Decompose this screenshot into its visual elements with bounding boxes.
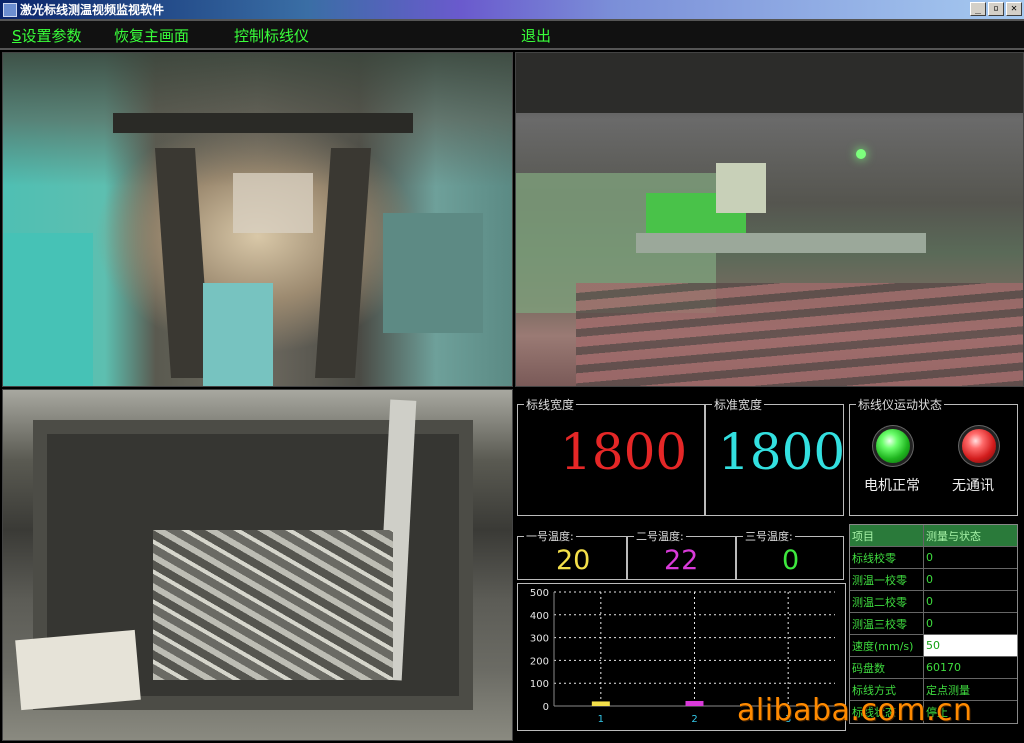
y-tick-label: 400: [530, 611, 549, 622]
row-value[interactable]: 0: [924, 591, 1017, 612]
row-value[interactable]: 60170: [924, 657, 1017, 678]
comm-status-label: 无通讯: [952, 478, 994, 494]
chart-bar: [685, 700, 704, 706]
video-feed-3: [2, 389, 513, 741]
motor-status-label: 电机正常: [864, 478, 920, 494]
temp-3-value: 0: [782, 545, 800, 576]
temp-2-label: 二号温度:: [634, 528, 686, 544]
x-tick-label: 1: [598, 714, 604, 725]
menu-control[interactable]: 控制标线仪: [234, 25, 309, 46]
table-row[interactable]: 标线校零 0: [850, 547, 1017, 569]
x-tick-label: 2: [691, 714, 697, 725]
row-value[interactable]: 50: [924, 635, 1017, 656]
video-roof: [516, 53, 1023, 113]
standard-width-value: 1800: [718, 423, 846, 481]
video-feed-1: [2, 52, 513, 387]
watermark: alibaba.com.cn: [737, 693, 973, 728]
chart-bar: [591, 701, 610, 706]
standard-width-label: 标准宽度: [712, 396, 765, 413]
temp-1-value: 20: [556, 545, 591, 576]
row-value[interactable]: 0: [924, 547, 1017, 568]
row-name: 码盘数: [850, 657, 924, 678]
motion-status-panel: 标线仪运动状态 电机正常 无通讯: [849, 396, 1018, 516]
video-beam: [113, 113, 413, 133]
window-controls: _ ▫ ✕: [970, 2, 1022, 16]
temp-2-value: 22: [664, 545, 699, 576]
parameter-table-header: 项目 测量与状态: [850, 525, 1017, 547]
row-name: 测温一校零: [850, 569, 924, 590]
menu-settings[interactable]: S设置参数: [12, 25, 82, 46]
y-tick-label: 500: [530, 588, 549, 599]
marker-width-label: 标线宽度: [524, 396, 577, 413]
video-laser-spot: [856, 149, 866, 159]
standard-width-panel: 标准宽度 1800: [705, 396, 846, 516]
comm-status-led-icon: [962, 429, 996, 463]
video-machine-center: [203, 283, 273, 386]
table-row[interactable]: 速度(mm/s) 50: [850, 635, 1017, 657]
row-name: 测温二校零: [850, 591, 924, 612]
close-button[interactable]: ✕: [1006, 2, 1022, 16]
y-tick-label: 0: [543, 702, 549, 713]
row-name: 测温三校零: [850, 613, 924, 634]
window-title: 激光标线测温视频监视软件: [20, 3, 165, 17]
temp-3-panel: 三号温度: 0: [736, 528, 844, 580]
video-machine-left: [3, 233, 93, 386]
motion-status-label: 标线仪运动状态: [856, 396, 945, 413]
menu-bar: S设置参数 恢复主画面 控制标线仪 退出: [0, 19, 1024, 50]
menu-settings-label: 设置参数: [21, 27, 82, 45]
motor-status-led-icon: [876, 429, 910, 463]
table-row[interactable]: 测温二校零 0: [850, 591, 1017, 613]
video-light-patch: [233, 173, 313, 233]
video-machine-right: [383, 213, 483, 333]
header-value: 测量与状态: [924, 525, 1017, 546]
temp-2-panel: 二号温度: 22: [627, 528, 736, 580]
marker-width-value: 1800: [560, 423, 688, 481]
row-value[interactable]: 0: [924, 613, 1017, 634]
table-row[interactable]: 测温三校零 0: [850, 613, 1017, 635]
row-name: 速度(mm/s): [850, 635, 924, 656]
temp-1-label: 一号温度:: [524, 528, 576, 544]
video-scrap-pile: [153, 530, 393, 680]
table-row[interactable]: 测温一校零 0: [850, 569, 1017, 591]
header-name: 项目: [850, 525, 924, 546]
y-tick-label: 300: [530, 634, 549, 645]
temp-3-label: 三号温度:: [743, 528, 795, 544]
video-gantry: [636, 233, 926, 253]
row-name: 标线校零: [850, 547, 924, 568]
row-value[interactable]: 0: [924, 569, 1017, 590]
video-plate: [15, 629, 141, 711]
menu-exit[interactable]: 退出: [521, 25, 551, 46]
minimize-button[interactable]: _: [970, 2, 986, 16]
app-icon: [3, 2, 17, 17]
menu-settings-accel: S: [12, 27, 22, 45]
y-tick-label: 200: [530, 656, 549, 667]
temp-1-panel: 一号温度: 20: [517, 528, 627, 580]
menu-restore-main[interactable]: 恢复主画面: [114, 25, 189, 46]
video-feed-2: [515, 52, 1024, 387]
restore-button[interactable]: ▫: [988, 2, 1004, 16]
video-housing: [716, 163, 766, 213]
y-tick-label: 100: [530, 679, 549, 690]
video-roller-table: [576, 283, 1023, 386]
title-bar: 激光标线测温视频监视软件 _ ▫ ✕: [0, 0, 1024, 19]
table-row[interactable]: 码盘数 60170: [850, 657, 1017, 679]
marker-width-panel: 标线宽度 1800: [517, 396, 705, 516]
video-column-right: [314, 148, 372, 378]
